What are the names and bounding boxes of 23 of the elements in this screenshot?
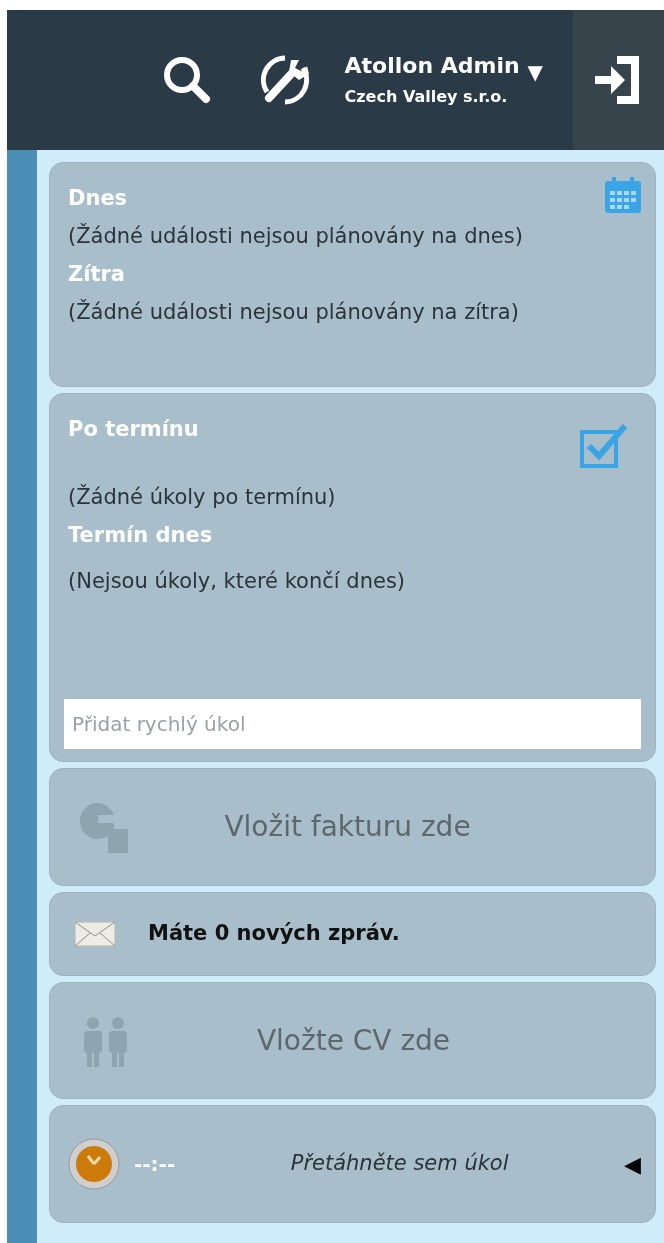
empty-message: (Žádné události nejsou plánovány na dnes) [68,223,524,249]
section-title: Dnes [68,185,128,211]
section-title: Termín dnes [68,522,213,548]
user-menu[interactable]: Atollon Admin Czech Valley s.r.o. ▼ [344,51,543,109]
invoice-icon [78,801,128,853]
section-title: Po termínu [68,416,199,442]
section-title: Zítra [68,261,125,287]
dropdown-arrow: ▼ [527,59,543,86]
invoice-drop-label: Vložit fakturu zde [223,809,472,845]
empty-message: (Žádné události nejsou plánovány na zítra) [68,299,520,325]
timer-display: --:-- [134,1151,176,1178]
messages-count-text: Máte 0 nových zpráv. [148,920,400,948]
empty-message: (Nejsou úkoly, které končí dnes) [68,568,406,594]
quick-task-input[interactable]: Přidat rychlý úkol [64,699,641,749]
logout-button[interactable] [573,10,664,150]
drop-task-hint: Přetáhněte sem úkol [289,1150,510,1178]
checkbox-icon[interactable] [579,422,629,470]
envelope-icon [74,921,116,947]
cv-drop-label: Vložte CV zde [255,1022,452,1059]
user-name: Atollon Admin [344,52,520,80]
empty-message: (Žádné úkoly po termínu) [68,484,337,510]
company-name: Czech Valley s.r.o. [344,86,509,108]
messages-card[interactable]: Máte 0 nových zpráv. [49,892,656,976]
